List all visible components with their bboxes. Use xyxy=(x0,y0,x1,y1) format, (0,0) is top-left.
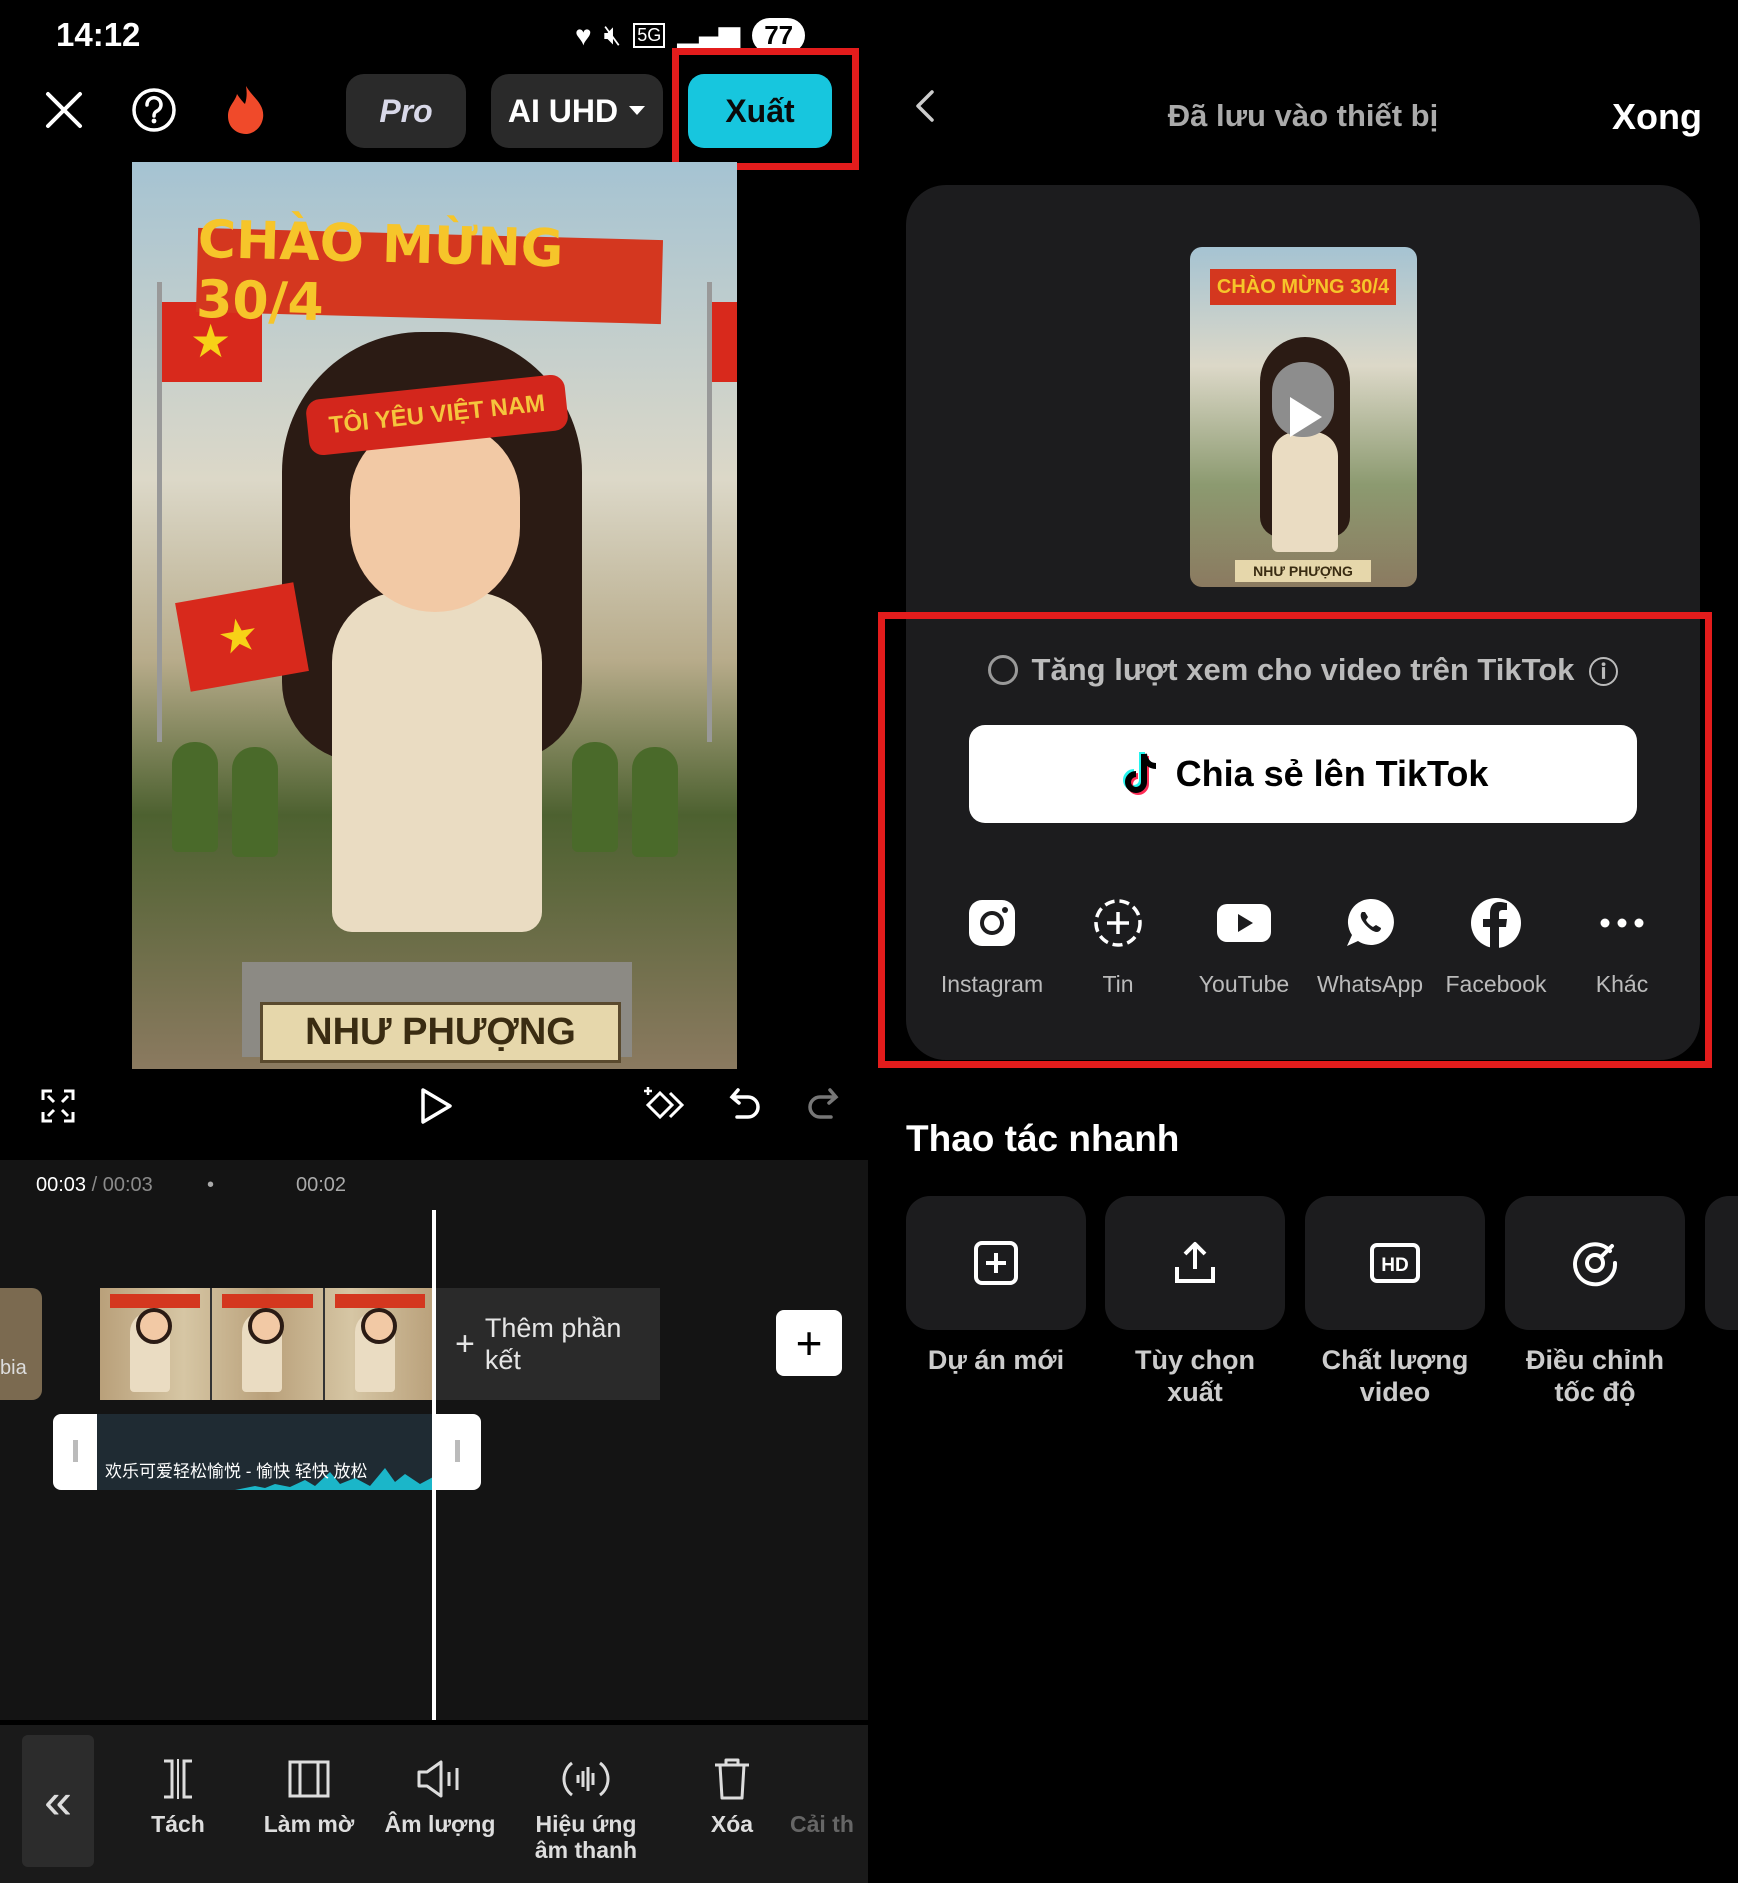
audio-track[interactable]: 欢乐可爱轻松愉悦 - 愉快 轻快 放松 xyxy=(53,1414,481,1490)
cover-clip-label: bia xyxy=(0,1357,27,1379)
fullscreen-icon[interactable] xyxy=(34,1082,82,1130)
chevron-down-icon xyxy=(629,106,646,115)
total-time: / 00:03 xyxy=(91,1174,153,1196)
soldier-figure xyxy=(572,742,618,852)
trash-icon xyxy=(667,1755,797,1803)
new-project-icon xyxy=(906,1196,1086,1330)
saved-title: Đã lưu vào thiết bị xyxy=(1167,98,1439,133)
hd-icon: HD xyxy=(1305,1196,1485,1330)
play-icon[interactable] xyxy=(412,1080,460,1132)
quick-action-video-quality[interactable]: HD Chất lượng video xyxy=(1305,1196,1485,1408)
share-highlight-box xyxy=(878,612,1712,1068)
tool-label: Hiệu ứng âm thanh xyxy=(534,1811,638,1863)
heart-icon: ♥ xyxy=(575,19,592,51)
speed-icon xyxy=(1505,1196,1685,1330)
pro-label: Pro xyxy=(379,92,433,129)
play-icon[interactable] xyxy=(1290,397,1322,437)
quick-action-new-project[interactable]: Dự án mới xyxy=(906,1196,1086,1376)
tool-label: Âm lượng xyxy=(384,1811,496,1837)
preview-nameplate: NHƯ PHƯỢNG xyxy=(260,1002,621,1063)
playhead[interactable] xyxy=(432,1210,436,1720)
quick-action-speed[interactable]: Điều chỉnh tốc độ xyxy=(1505,1196,1685,1408)
help-icon[interactable] xyxy=(124,80,184,140)
plus-icon: + xyxy=(455,1324,475,1363)
quality-selector[interactable]: AI UHD xyxy=(491,74,663,148)
tool-label: Cải th xyxy=(790,1811,854,1837)
volume-icon xyxy=(375,1755,505,1803)
tool-improve[interactable]: Cải th xyxy=(790,1755,868,1838)
bottom-toolbar: « Tách Làm mờ Âm lượng Hiệu ứng âm thanh xyxy=(0,1725,868,1883)
clip-frame xyxy=(100,1288,213,1400)
thumbnail-dress xyxy=(1272,432,1338,552)
audio-trim-handle-right[interactable] xyxy=(455,1440,460,1462)
quick-action-partial[interactable] xyxy=(1705,1196,1738,1330)
tool-split[interactable]: Tách xyxy=(113,1755,243,1838)
quick-action-label: Tùy chọn xuất xyxy=(1135,1345,1255,1407)
soldier-figure xyxy=(232,747,278,857)
audio-label: 欢乐可爱轻松愉悦 - 愉快 轻快 放松 xyxy=(105,1462,368,1481)
quality-label: AI UHD xyxy=(507,92,619,129)
soldier-figure xyxy=(172,742,218,852)
sound-effect-icon xyxy=(521,1755,651,1803)
clip-frame xyxy=(212,1288,325,1400)
video-thumbnail[interactable]: CHÀO MỪNG 30/4 NHƯ PHƯỢNG xyxy=(1190,247,1417,587)
character-dress xyxy=(332,592,542,932)
quick-actions-title: Thao tác nhanh xyxy=(906,1118,1180,1159)
svg-text:HD: HD xyxy=(1381,1255,1408,1276)
keyframe-icon[interactable] xyxy=(640,1080,690,1130)
tool-label: Tách xyxy=(151,1811,205,1837)
undo-icon[interactable] xyxy=(722,1080,768,1130)
timeline[interactable]: 00:03 / 00:03 • 00:02 bia + Thêm phần kế… xyxy=(0,1160,868,1720)
tool-label: Làm mờ xyxy=(263,1811,355,1837)
close-icon[interactable] xyxy=(34,80,94,140)
mute-icon: 🔇︎ xyxy=(603,19,622,50)
tool-fade[interactable]: Làm mờ xyxy=(244,1755,374,1838)
redo-icon[interactable] xyxy=(800,1080,846,1130)
cover-clip[interactable]: bia xyxy=(0,1288,42,1400)
collapse-toolbar-button[interactable]: « xyxy=(22,1735,94,1867)
quick-action-label: Điều chỉnh tốc độ xyxy=(1525,1345,1664,1407)
tool-sound-effect[interactable]: Hiệu ứng âm thanh xyxy=(521,1755,651,1863)
quick-action-export-options[interactable]: Tùy chọn xuất xyxy=(1105,1196,1285,1408)
timecode: 00:03 / 00:03 xyxy=(36,1174,153,1197)
tool-icon-placeholder xyxy=(790,1755,868,1803)
quick-action-label: Dự án mới xyxy=(927,1345,1065,1375)
add-ending-button[interactable]: + Thêm phần kết xyxy=(435,1288,660,1400)
tool-volume[interactable]: Âm lượng xyxy=(375,1755,505,1838)
thumbnail-banner: CHÀO MỪNG 30/4 xyxy=(1210,269,1396,305)
export-highlight-box xyxy=(672,48,859,170)
quick-action-partial-box xyxy=(1705,1196,1738,1330)
tick-label: 00:02 xyxy=(296,1174,347,1196)
export-screen: Đã lưu vào thiết bị Xong CHÀO MỪNG 30/4 … xyxy=(868,0,1738,1883)
add-ending-label: Thêm phần kết xyxy=(484,1313,622,1375)
export-options-icon xyxy=(1105,1196,1285,1330)
tool-delete[interactable]: Xóa xyxy=(667,1755,797,1838)
audio-clip-body: 欢乐可爱轻松愉悦 - 愉快 轻快 放松 xyxy=(97,1414,435,1490)
video-preview[interactable]: ★ CHÀO MỪNG 30/4 TÔI YÊU VIỆT NAM ★ NHƯ … xyxy=(132,162,737,1069)
editor-screen: 14:12 ♥ 🔇︎ 5G ▂▄▆ 77 Pro AI UHD Xuất ★ C… xyxy=(0,0,868,1883)
split-icon xyxy=(113,1755,243,1803)
pro-button[interactable]: Pro xyxy=(346,74,466,148)
add-clip-button[interactable]: + xyxy=(776,1310,842,1376)
current-time: 00:03 xyxy=(36,1174,87,1196)
thumbnail-nameplate: NHƯ PHƯỢNG xyxy=(1235,560,1371,582)
flag xyxy=(712,302,737,382)
audio-trim-handle-left[interactable] xyxy=(73,1440,78,1462)
tool-label: Xóa xyxy=(710,1811,754,1837)
status-time: 14:12 xyxy=(56,16,141,53)
tick-dot: • xyxy=(207,1174,215,1196)
network-label: 5G xyxy=(633,23,666,48)
preview-banner: CHÀO MỪNG 30/4 xyxy=(196,210,664,333)
soldier-figure xyxy=(632,747,678,857)
done-button[interactable]: Xong xyxy=(1612,96,1702,138)
fade-icon xyxy=(244,1755,374,1803)
character-face xyxy=(350,422,520,612)
video-clip[interactable] xyxy=(100,1288,435,1400)
clip-frame xyxy=(325,1288,435,1400)
flame-icon[interactable] xyxy=(216,80,276,140)
quick-action-label: Chất lượng video xyxy=(1321,1345,1469,1407)
